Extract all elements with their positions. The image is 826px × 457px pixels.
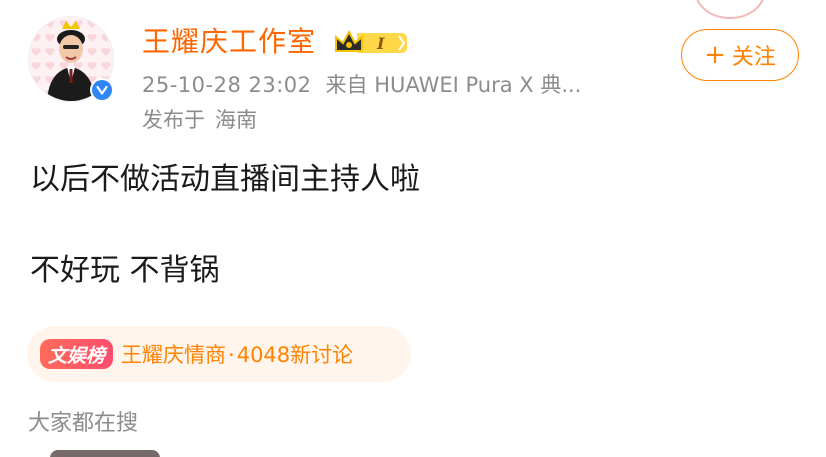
topic-text: 王耀庆情商·4048新讨论 <box>121 339 353 369</box>
post-source[interactable]: 来自 HUAWEI Pura X 典... <box>326 70 582 100</box>
stamp-watermark <box>696 0 764 19</box>
follow-button[interactable]: + 关注 <box>681 29 799 81</box>
post-location: 发布于 海南 <box>142 105 257 135</box>
vip-crown-badge-icon[interactable]: I <box>333 27 409 59</box>
search-hint-heading: 大家都在搜 <box>28 411 139 436</box>
plus-icon: + <box>704 40 726 70</box>
weibo-post: 王耀庆工作室 I 25-10-28 23:02 来自 HUAWEI Pura X … <box>0 0 826 457</box>
topic-ranking-tag: 文娱榜 <box>40 339 114 369</box>
post-text-line-1: 以后不做活动直播间主持人啦 <box>30 162 420 197</box>
topic-stat: 4048新讨论 <box>236 343 354 367</box>
verified-badge-icon <box>90 78 114 102</box>
location-value: 海南 <box>215 108 257 132</box>
location-label: 发布于 <box>142 108 205 132</box>
avatar[interactable] <box>28 16 114 102</box>
topic-separator: · <box>228 343 235 367</box>
trending-topic-chip[interactable]: 文娱榜 王耀庆情商·4048新讨论 <box>27 326 411 382</box>
next-item-thumbnail <box>50 450 160 457</box>
topic-title: 王耀庆情商 <box>121 343 227 367</box>
follow-button-label: 关注 <box>731 45 776 70</box>
post-meta: 25-10-28 23:02 来自 HUAWEI Pura X 典... <box>142 70 618 100</box>
post-timestamp: 25-10-28 23:02 <box>142 73 312 97</box>
vip-level-text: I <box>376 34 385 53</box>
post-text-line-2: 不好玩 不背锅 <box>30 253 220 288</box>
author-name[interactable]: 王耀庆工作室 <box>142 22 316 62</box>
